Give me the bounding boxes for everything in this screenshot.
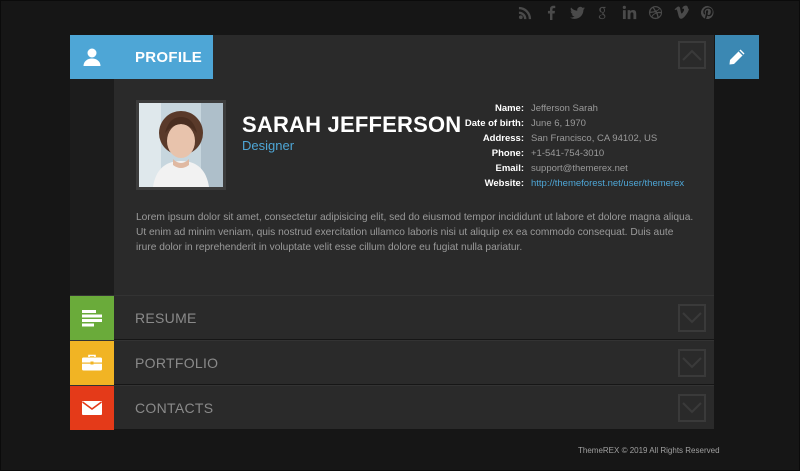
profile-about-text: Lorem ipsum dolor sit amet, consectetur … — [136, 212, 694, 253]
expand-contacts-button[interactable] — [678, 394, 706, 422]
info-label: Phone: — [491, 148, 524, 159]
info-row-website: Website: http://themeforest.net/user/the… — [440, 176, 685, 191]
profile-info-list: Name: Jefferson Sarah Date of birth: Jun… — [440, 101, 684, 191]
portfolio-section-label: PORTFOLIO — [135, 355, 219, 371]
info-value: support@themerex.net — [531, 163, 628, 174]
section-contacts[interactable]: CONTACTS — [70, 385, 714, 430]
portfolio-section-icon — [70, 341, 114, 385]
linkedin-icon[interactable] — [622, 5, 637, 20]
info-label: Website: — [484, 178, 524, 189]
envelope-icon — [82, 401, 102, 415]
list-lines-icon — [82, 310, 102, 327]
vimeo-icon[interactable] — [674, 5, 689, 20]
resume-section-icon — [70, 296, 114, 340]
user-icon — [83, 48, 101, 66]
info-value: San Francisco, CA 94102, US — [531, 133, 658, 144]
profile-side-strip — [70, 79, 114, 295]
social-bar — [518, 3, 715, 21]
info-row-birth: Date of birth: June 6, 1970 — [440, 116, 684, 131]
chevron-down-icon — [682, 357, 702, 369]
avatar-photo — [139, 103, 223, 187]
facebook-icon[interactable] — [544, 5, 559, 20]
chevron-down-icon — [682, 402, 702, 414]
section-resume[interactable]: RESUME — [70, 295, 714, 340]
dribbble-icon[interactable] — [648, 5, 663, 20]
contacts-section-label: CONTACTS — [135, 400, 214, 416]
expand-resume-button[interactable] — [678, 304, 706, 332]
twitter-icon[interactable] — [570, 5, 585, 20]
chevron-down-icon — [682, 312, 702, 324]
info-row-phone: Phone: +1-541-754-3010 — [440, 146, 684, 161]
info-label: Name: — [494, 103, 524, 114]
portrait-illustration — [139, 103, 223, 187]
profile-role: Designer — [242, 138, 295, 153]
info-value: +1-541-754-3010 — [531, 148, 605, 159]
google-plus-icon[interactable] — [596, 5, 611, 20]
section-portfolio[interactable]: PORTFOLIO — [70, 340, 714, 385]
rss-icon[interactable] — [518, 5, 533, 20]
avatar — [136, 100, 226, 190]
info-label: Date of birth: — [464, 118, 524, 129]
edit-button[interactable] — [715, 35, 759, 79]
collapse-button[interactable] — [678, 41, 706, 69]
info-value: June 6, 1970 — [531, 118, 586, 129]
profile-name: SARAH JEFFERSON — [242, 112, 462, 137]
chevron-up-icon — [682, 49, 702, 61]
pinterest-icon[interactable] — [700, 5, 715, 20]
info-row-address: Address: San Francisco, CA 94102, US — [440, 131, 684, 146]
footer-copyright: ThemeREX © 2019 All Rights Reserved — [578, 446, 720, 455]
profile-tab[interactable]: PROFILE — [114, 35, 213, 79]
info-label: Address: — [482, 133, 524, 144]
info-row-name: Name: Jefferson Sarah — [440, 101, 684, 116]
info-value: Jefferson Sarah — [531, 103, 598, 114]
expand-portfolio-button[interactable] — [678, 349, 706, 377]
website-link[interactable]: http://themeforest.net/user/themerex — [531, 176, 684, 191]
resume-section-label: RESUME — [135, 310, 197, 326]
pencil-icon — [729, 49, 745, 65]
contacts-section-icon — [70, 386, 114, 430]
info-row-email: Email: support@themerex.net — [440, 161, 684, 176]
info-label: Email: — [495, 163, 524, 174]
briefcase-icon — [82, 354, 102, 371]
profile-section-icon[interactable] — [70, 35, 114, 79]
